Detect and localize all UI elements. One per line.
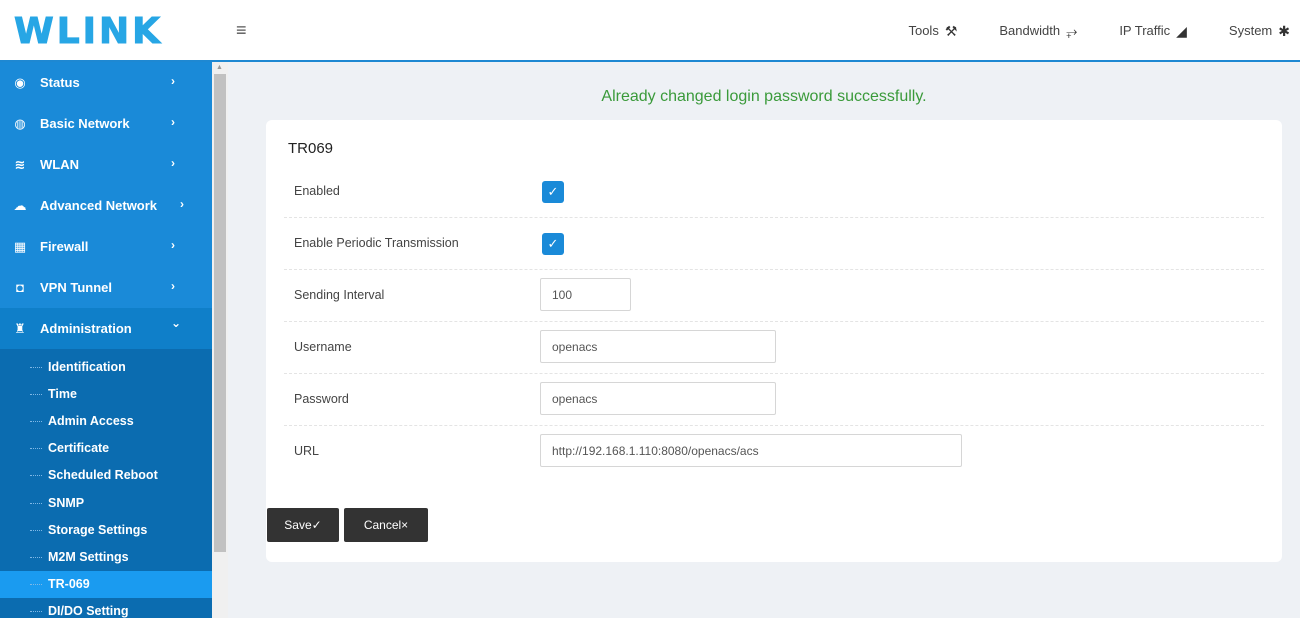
- check-icon: ✓: [547, 184, 559, 199]
- vpn-icon: ◘: [16, 280, 24, 295]
- sidebar-item-advanced-network[interactable]: ☁ Advanced Network ›: [0, 185, 212, 226]
- wifi-icon: ≋: [14, 156, 26, 172]
- sidebar-item-wlan[interactable]: ≋ WLAN ›: [0, 144, 212, 185]
- interval-input[interactable]: [540, 278, 631, 311]
- sitemap-icon: ♜: [14, 320, 26, 336]
- sidebar-item-firewall[interactable]: ▦ Firewall ›: [0, 226, 212, 267]
- nav-ip-traffic-label: IP Traffic: [1119, 23, 1171, 38]
- area-chart-icon: ◢: [1176, 23, 1187, 39]
- periodic-label: Enable Periodic Transmission: [294, 236, 459, 250]
- password-label: Password: [294, 392, 349, 406]
- username-input[interactable]: [540, 330, 776, 363]
- nav-bandwidth[interactable]: Bandwidth ⥅: [999, 22, 1077, 40]
- submenu-item-time[interactable]: Time: [0, 380, 212, 407]
- section-title: TR069: [288, 140, 334, 157]
- sidebar-item-label: WLAN: [40, 157, 79, 172]
- chevron-right-icon: ›: [171, 238, 175, 252]
- url-input[interactable]: [540, 434, 962, 467]
- enabled-checkbox[interactable]: ✓: [542, 181, 564, 203]
- nav-tools-label: Tools: [908, 23, 939, 38]
- scroll-up-icon[interactable]: ▲: [216, 64, 223, 71]
- nav-bandwidth-label: Bandwidth: [999, 23, 1061, 38]
- sidebar-item-label: VPN Tunnel: [40, 280, 112, 295]
- submenu-item-admin-access[interactable]: Admin Access: [0, 407, 212, 434]
- sidebar-item-label: Firewall: [40, 239, 89, 254]
- nav-tools[interactable]: Tools ⚒: [908, 22, 957, 40]
- sidebar-item-status[interactable]: ◉ Status ›: [0, 62, 212, 103]
- submenu-item-certificate[interactable]: Certificate: [0, 435, 212, 462]
- submenu-item-m2m-settings[interactable]: M2M Settings: [0, 543, 212, 570]
- check-icon: ✓: [547, 236, 559, 251]
- row-periodic: Enable Periodic Transmission ✓: [284, 218, 1264, 270]
- eye-icon: ◉: [14, 74, 26, 90]
- tools-icon: ⚒: [944, 23, 958, 39]
- interval-label: Sending Interval: [294, 288, 385, 302]
- enabled-label: Enabled: [294, 184, 340, 198]
- chevron-right-icon: ›: [171, 279, 175, 293]
- sidebar-item-label: Status: [40, 75, 80, 90]
- scrollbar-thumb[interactable]: [214, 74, 226, 552]
- sidebar: ◉ Status › ◍ Basic Network › ≋ WLAN › ☁ …: [0, 62, 212, 618]
- cancel-button[interactable]: Cancel×: [344, 508, 428, 542]
- top-header: WLINK ≡ Tools ⚒ Bandwidth ⥅ IP Traffic ◢…: [0, 0, 1300, 62]
- cloud-icon: ☁: [13, 197, 27, 213]
- top-nav: Tools ⚒ Bandwidth ⥅ IP Traffic ◢ System …: [866, 22, 1290, 40]
- chevron-right-icon: ›: [171, 156, 175, 170]
- sidebar-scrollbar[interactable]: ▲: [212, 62, 228, 618]
- nav-ip-traffic[interactable]: IP Traffic ◢: [1119, 22, 1187, 40]
- sidebar-item-label: Administration: [40, 321, 132, 336]
- row-username: Username: [284, 322, 1264, 374]
- row-url: URL: [284, 426, 1264, 478]
- logo-text: WLINK: [13, 11, 164, 52]
- submenu-item-scheduled-reboot[interactable]: Scheduled Reboot: [0, 462, 212, 489]
- submenu-item-identification[interactable]: Identification: [0, 353, 212, 380]
- wlink-logo[interactable]: WLINK: [13, 11, 214, 52]
- sidebar-item-label: Advanced Network: [40, 198, 158, 213]
- chevron-down-icon: ⌄: [171, 316, 182, 330]
- administration-submenu: Identification Time Admin Access Certifi…: [0, 349, 212, 618]
- row-password: Password: [284, 374, 1264, 426]
- line-chart-icon: ⥅: [1066, 23, 1078, 39]
- row-interval: Sending Interval: [284, 270, 1264, 322]
- chevron-right-icon: ›: [171, 115, 175, 129]
- username-label: Username: [294, 340, 352, 354]
- nav-system-label: System: [1228, 23, 1273, 38]
- row-enabled: Enabled ✓: [284, 166, 1264, 218]
- nav-system[interactable]: System ✱: [1229, 22, 1290, 40]
- sidebar-item-label: Basic Network: [40, 116, 130, 131]
- submenu-item-di-do-setting[interactable]: DI/DO Setting: [0, 598, 212, 618]
- url-label: URL: [294, 444, 320, 458]
- globe-icon: ◍: [14, 115, 26, 131]
- chevron-right-icon: ›: [171, 74, 175, 88]
- main-content: Already changed login password successfu…: [228, 64, 1300, 618]
- submenu-item-storage-settings[interactable]: Storage Settings: [0, 516, 212, 543]
- success-message: Already changed login password successfu…: [601, 88, 927, 105]
- submenu-item-tr-069[interactable]: TR-069: [0, 570, 212, 598]
- tr069-card: TR069 Enabled ✓ Enable Periodic Transmis…: [266, 120, 1282, 562]
- firewall-icon: ▦: [13, 238, 27, 254]
- sidebar-item-vpn-tunnel[interactable]: ◘ VPN Tunnel ›: [0, 267, 212, 308]
- submenu-item-snmp[interactable]: SNMP: [0, 489, 212, 516]
- gear-icon: ✱: [1278, 23, 1290, 39]
- password-input[interactable]: [540, 382, 776, 415]
- save-button[interactable]: Save✓: [267, 508, 339, 542]
- hamburger-icon[interactable]: ≡: [236, 20, 247, 40]
- periodic-checkbox[interactable]: ✓: [542, 233, 564, 255]
- sidebar-item-administration[interactable]: ♜ Administration ⌄: [0, 308, 212, 349]
- sidebar-item-basic-network[interactable]: ◍ Basic Network ›: [0, 103, 212, 144]
- chevron-right-icon: ›: [180, 197, 184, 211]
